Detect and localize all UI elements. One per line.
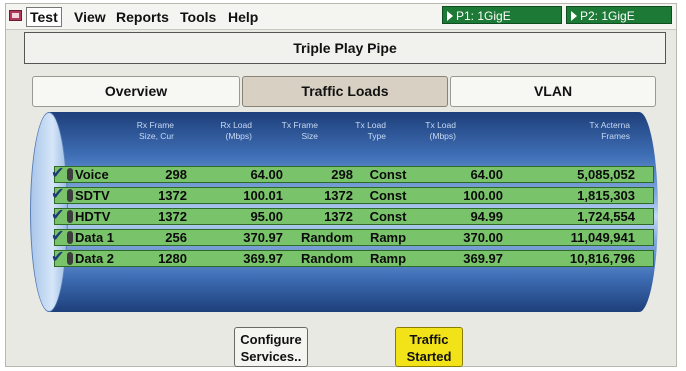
port-p1-button[interactable]: P1: 1GigE: [442, 6, 562, 24]
pipe-cap: [67, 210, 73, 223]
rx-frame-size: 1372: [158, 188, 187, 203]
app-icon: [9, 10, 22, 21]
rx-load: 370.97: [243, 230, 283, 245]
page-title: Triple Play Pipe: [24, 32, 666, 64]
rx-load: 369.97: [243, 251, 283, 266]
checkmark-icon[interactable]: ✔: [51, 207, 64, 225]
rx-load: 64.00: [250, 167, 283, 182]
rx-load: 95.00: [250, 209, 283, 224]
checkmark-icon[interactable]: ✔: [51, 186, 64, 204]
tx-load-type: Ramp: [369, 251, 407, 266]
service-name: Voice: [75, 167, 109, 182]
play-triangle-icon: [571, 11, 577, 21]
table-row[interactable]: ✔ Voice 298 64.00 298 Const 64.00 5,085,…: [51, 165, 654, 183]
tx-load-type: Const: [369, 167, 407, 182]
traffic-started-label: Traffic Started: [406, 332, 452, 364]
tx-frame-size: Random: [301, 230, 353, 245]
header-tx-frame-size: Tx Frame Size: [281, 120, 318, 141]
table-row[interactable]: ✔ Data 2 1280 369.97 Random Ramp 369.97 …: [51, 249, 654, 267]
tx-frame-size: 1372: [324, 209, 353, 224]
header-tx-acterna-frames: Tx Acterna Frames: [589, 120, 630, 141]
configure-services-button[interactable]: Configure Services..: [234, 327, 308, 367]
service-name: SDTV: [75, 188, 110, 203]
header-rx-frame-size: Rx Frame Size, Cur: [136, 120, 174, 141]
table-row[interactable]: ✔ HDTV 1372 95.00 1372 Const 94.99 1,724…: [51, 207, 654, 225]
traffic-pipe: Rx Frame Size, Cur Rx Load (Mbps) Tx Fra…: [30, 112, 660, 312]
tx-acterna-frames: 10,816,796: [569, 251, 635, 266]
configure-services-label: Configure Services..: [240, 332, 302, 364]
tx-frame-size: 298: [331, 167, 353, 182]
pipe-cap: [67, 168, 73, 181]
tx-acterna-frames: 1,724,554: [577, 209, 635, 224]
checkmark-icon[interactable]: ✔: [51, 165, 64, 183]
tab-vlan[interactable]: VLAN: [450, 76, 656, 107]
header-rx-load: Rx Load (Mbps): [220, 120, 252, 141]
traffic-started-button[interactable]: Traffic Started: [395, 327, 463, 367]
tx-frame-size: Random: [301, 251, 353, 266]
tx-acterna-frames: 1,815,303: [577, 188, 635, 203]
pipe-cap: [67, 231, 73, 244]
port-p1-label: P1: 1GigE: [456, 9, 511, 23]
header-tx-load-type: Tx Load Type: [355, 120, 386, 141]
header-tx-load: Tx Load (Mbps): [425, 120, 456, 141]
tab-overview[interactable]: Overview: [32, 76, 240, 107]
checkmark-icon[interactable]: ✔: [51, 249, 64, 267]
tx-load-type: Const: [369, 209, 407, 224]
pipe-cap: [67, 189, 73, 202]
table-row[interactable]: ✔ Data 1 256 370.97 Random Ramp 370.00 1…: [51, 228, 654, 246]
rx-frame-size: 256: [165, 230, 187, 245]
play-triangle-icon: [447, 11, 453, 21]
rx-load: 100.01: [243, 188, 283, 203]
menu-tools[interactable]: Tools: [178, 8, 218, 26]
port-p2-button[interactable]: P2: 1GigE: [566, 6, 672, 24]
service-name: Data 1: [75, 230, 115, 245]
menu-view[interactable]: View: [72, 8, 108, 26]
menu-bar: Test View Reports Tools Help P1: 1GigE P…: [6, 4, 676, 30]
table-row[interactable]: ✔ SDTV 1372 100.01 1372 Const 100.00 1,8…: [51, 186, 654, 204]
service-name: Data 2: [75, 251, 115, 266]
checkmark-icon[interactable]: ✔: [51, 228, 64, 246]
rx-frame-size: 1372: [158, 209, 187, 224]
tx-load-type: Ramp: [369, 230, 407, 245]
tx-acterna-frames: 11,049,941: [570, 230, 635, 245]
port-p2-label: P2: 1GigE: [580, 9, 635, 23]
menu-test[interactable]: Test: [26, 7, 62, 27]
menu-reports[interactable]: Reports: [114, 8, 171, 26]
test-screen: Test View Reports Tools Help P1: 1GigE P…: [5, 3, 677, 367]
pipe-cap: [67, 252, 73, 265]
tx-load-type: Const: [369, 188, 407, 203]
rx-frame-size: 298: [165, 167, 187, 182]
tx-acterna-frames: 5,085,052: [577, 167, 635, 182]
service-name: HDTV: [75, 209, 111, 224]
menu-help[interactable]: Help: [226, 8, 260, 26]
tx-frame-size: 1372: [324, 188, 353, 203]
rx-frame-size: 1280: [158, 251, 187, 266]
tab-traffic-loads[interactable]: Traffic Loads: [242, 76, 448, 107]
